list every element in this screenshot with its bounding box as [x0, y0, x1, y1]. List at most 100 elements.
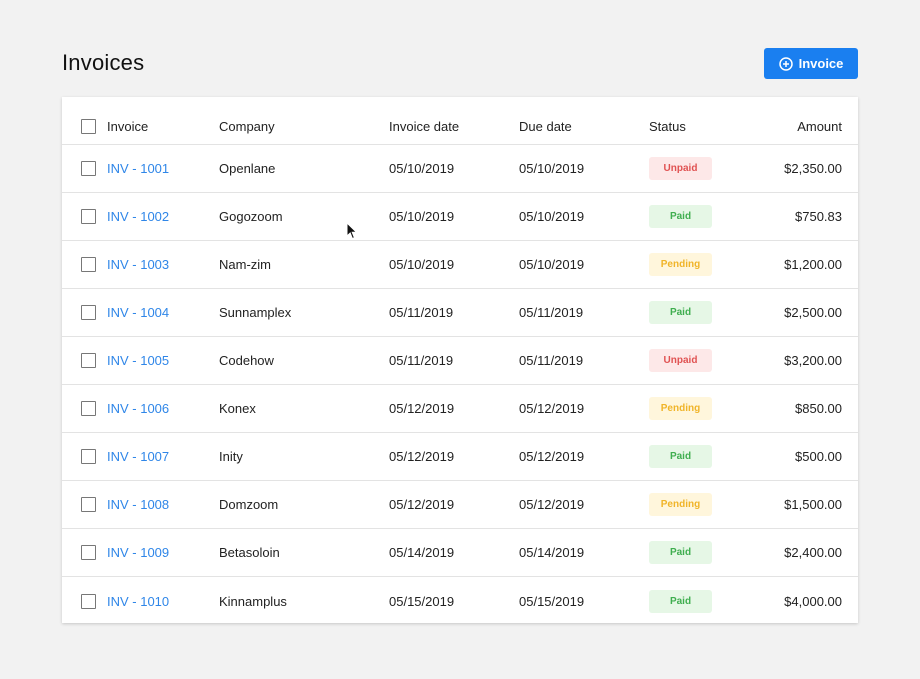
- invoice-date-cell: 05/12/2019: [389, 385, 454, 432]
- plus-circle-icon: [779, 57, 793, 71]
- column-header-invoice-date[interactable]: Invoice date: [389, 103, 459, 144]
- invoice-link[interactable]: INV - 1004: [107, 305, 169, 320]
- status-badge: Pending: [649, 493, 712, 516]
- select-all-checkbox[interactable]: [81, 119, 96, 134]
- invoice-date-cell: 05/10/2019: [389, 193, 454, 240]
- status-badge: Paid: [649, 590, 712, 613]
- status-cell: Paid: [649, 193, 712, 240]
- row-checkbox[interactable]: [81, 545, 96, 560]
- row-checkbox[interactable]: [81, 353, 96, 368]
- table-row[interactable]: INV - 1008 Domzoom 05/12/2019 05/12/2019 Pen…: [62, 481, 858, 529]
- invoice-date-cell: 05/12/2019: [389, 433, 454, 480]
- status-badge: Unpaid: [649, 157, 712, 180]
- invoice-link[interactable]: INV - 1001: [107, 161, 169, 176]
- column-header-company[interactable]: Company: [219, 103, 275, 144]
- amount-cell: $1,200.00: [784, 241, 842, 288]
- row-select-cell: [81, 529, 97, 576]
- due-date-cell: 05/12/2019: [519, 433, 584, 480]
- status-cell: Paid: [649, 529, 712, 576]
- row-checkbox[interactable]: [81, 305, 96, 320]
- due-date-cell: 05/10/2019: [519, 241, 584, 288]
- table-row[interactable]: INV - 1009Betasoloin05/14/201905/14/2019…: [62, 529, 858, 577]
- row-checkbox[interactable]: [81, 401, 96, 416]
- table-row[interactable]: INV - 1002Gogozoom05/10/201905/10/2019Pa…: [62, 193, 858, 241]
- amount-cell: $3,200.00: [784, 337, 842, 384]
- invoice-link[interactable]: INV - 1006: [107, 401, 169, 416]
- invoice-date-cell: 05/11/2019: [389, 337, 453, 384]
- amount-cell: $850.00: [795, 385, 842, 432]
- table-row[interactable]: INV - 1006Konex05/12/201905/12/2019Pendi…: [62, 385, 858, 433]
- amount-cell: $4,000.00: [784, 577, 842, 625]
- row-checkbox[interactable]: [81, 497, 96, 512]
- invoice-cell: INV - 1008: [107, 481, 169, 528]
- invoice-date-cell: 05/10/2019: [389, 145, 454, 192]
- page-title: Invoices: [62, 50, 144, 76]
- table-row[interactable]: INV - 1010 Kinnamplus 05/15/2019 05/15/2019…: [62, 577, 858, 625]
- invoice-date-cell: 05/10/2019: [389, 241, 454, 288]
- row-checkbox[interactable]: [81, 209, 96, 224]
- table-row[interactable]: INV - 1003Nam-zim05/10/201905/10/2019Pen…: [62, 241, 858, 289]
- company-cell: Kinnamplus: [219, 577, 287, 625]
- status-badge: Paid: [649, 541, 712, 564]
- column-header-status[interactable]: Status: [649, 103, 686, 144]
- status-badge: Paid: [649, 301, 712, 324]
- column-header-due-date[interactable]: Due date: [519, 103, 572, 144]
- due-date-cell: 05/14/2019: [519, 529, 584, 576]
- invoice-link[interactable]: INV - 1007: [107, 449, 169, 464]
- row-select-cell: [81, 433, 97, 480]
- status-badge: Pending: [649, 253, 712, 276]
- row-select-cell: [81, 289, 97, 336]
- status-cell: Unpaid: [649, 337, 712, 384]
- table-row[interactable]: INV - 1005Codehow05/11/201905/11/2019Unp…: [62, 337, 858, 385]
- row-select-cell: [81, 481, 97, 528]
- invoice-cell: INV - 1005: [107, 337, 169, 384]
- row-checkbox[interactable]: [81, 257, 96, 272]
- invoice-cell: INV - 1002: [107, 193, 169, 240]
- add-invoice-button[interactable]: Invoice: [764, 48, 858, 79]
- column-header-invoice[interactable]: Invoice: [107, 103, 148, 144]
- invoice-cell: INV - 1007: [107, 433, 169, 480]
- invoice-cell: INV - 1009: [107, 529, 169, 576]
- status-cell: Pending: [649, 385, 712, 432]
- status-badge: Pending: [649, 397, 712, 420]
- row-checkbox[interactable]: [81, 594, 96, 609]
- invoices-table: Invoice Company Invoice date Due date St…: [62, 97, 858, 623]
- invoice-cell: INV - 1004: [107, 289, 169, 336]
- invoice-link[interactable]: INV - 1008: [107, 497, 169, 512]
- table-row[interactable]: INV - 1004Sunnamplex05/11/201905/11/2019…: [62, 289, 858, 337]
- row-select-cell: [81, 241, 97, 288]
- row-checkbox[interactable]: [81, 161, 96, 176]
- row-select-cell: [81, 577, 97, 625]
- company-cell: Betasoloin: [219, 529, 280, 576]
- column-header-amount[interactable]: Amount: [797, 103, 842, 144]
- status-badge: Unpaid: [649, 349, 712, 372]
- status-cell: Paid: [649, 577, 712, 625]
- invoice-date-cell: 05/11/2019: [389, 289, 453, 336]
- invoice-link[interactable]: INV - 1009: [107, 545, 169, 560]
- table-header-row: Invoice Company Invoice date Due date St…: [62, 103, 858, 145]
- amount-cell: $2,400.00: [784, 529, 842, 576]
- mouse-cursor-icon: [346, 222, 358, 240]
- company-cell: Openlane: [219, 145, 275, 192]
- row-checkbox[interactable]: [81, 449, 96, 464]
- invoice-date-cell: 05/15/2019: [389, 577, 454, 625]
- table-row[interactable]: INV - 1001Openlane05/10/201905/10/2019Un…: [62, 145, 858, 193]
- due-date-cell: 05/11/2019: [519, 337, 583, 384]
- company-cell: Gogozoom: [219, 193, 283, 240]
- amount-cell: $750.83: [795, 193, 842, 240]
- invoice-link[interactable]: INV - 1005: [107, 353, 169, 368]
- company-cell: Domzoom: [219, 481, 278, 528]
- row-select-cell: [81, 145, 97, 192]
- row-select-cell: [81, 337, 97, 384]
- status-cell: Paid: [649, 289, 712, 336]
- status-cell: Paid: [649, 433, 712, 480]
- invoice-date-cell: 05/12/2019: [389, 481, 454, 528]
- company-cell: Inity: [219, 433, 243, 480]
- due-date-cell: 05/12/2019: [519, 481, 584, 528]
- due-date-cell: 05/15/2019: [519, 577, 584, 625]
- invoice-link[interactable]: INV - 1003: [107, 257, 169, 272]
- table-row[interactable]: INV - 1007Inity05/12/201905/12/2019Paid$…: [62, 433, 858, 481]
- due-date-cell: 05/11/2019: [519, 289, 583, 336]
- invoice-link[interactable]: INV - 1002: [107, 209, 169, 224]
- invoice-link[interactable]: INV - 1010: [107, 594, 169, 609]
